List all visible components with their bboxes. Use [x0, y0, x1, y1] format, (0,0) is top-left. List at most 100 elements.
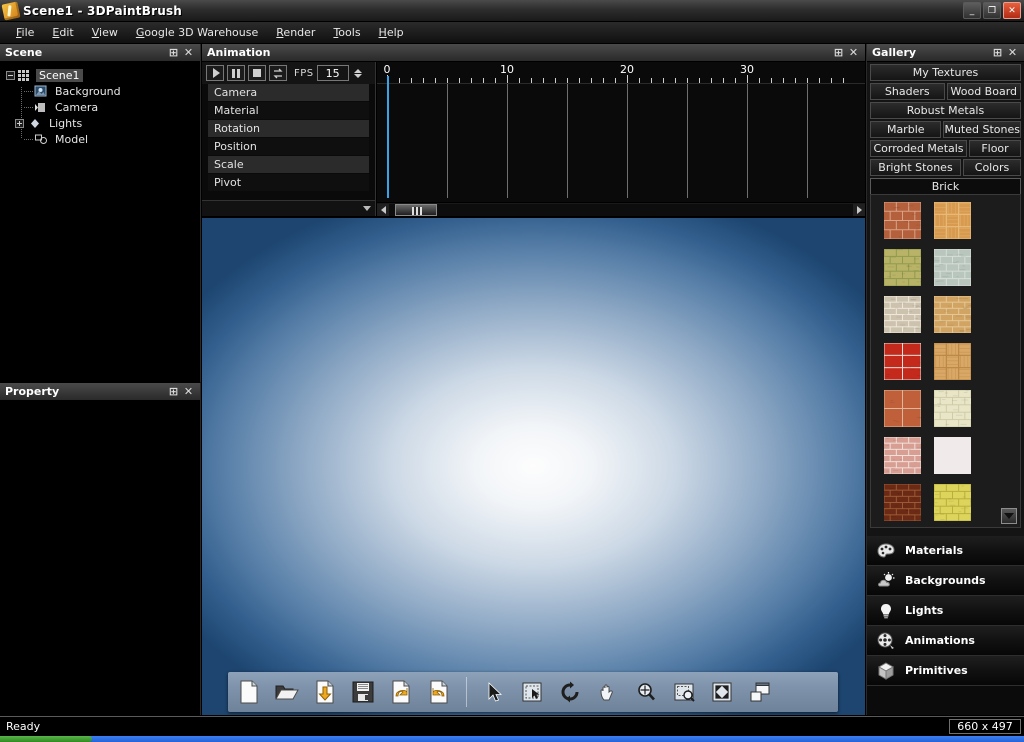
texture-thumbnail[interactable] [884, 437, 921, 474]
gallery-categories: My Textures Shaders Wood Board Robust Me… [867, 62, 1024, 195]
chevron-down-icon[interactable] [363, 206, 371, 211]
track-row[interactable]: Camera [208, 84, 369, 101]
pause-button[interactable] [227, 65, 245, 81]
track-row[interactable]: Rotation [208, 120, 369, 137]
undo-button[interactable] [386, 677, 416, 707]
texture-thumbnail[interactable] [884, 484, 921, 521]
fps-input[interactable]: 15 [317, 65, 349, 81]
track-row[interactable]: Pivot [208, 174, 369, 191]
new-button[interactable] [234, 677, 264, 707]
tree-item-lights[interactable]: Lights [6, 115, 200, 131]
start-button[interactable] [0, 736, 92, 742]
texture-thumbnail[interactable] [884, 249, 921, 286]
grid-icon [18, 69, 32, 82]
menu-help[interactable]: Help [371, 23, 412, 42]
texture-thumbnail[interactable] [934, 437, 971, 474]
category-brick[interactable]: Brick [870, 178, 1021, 195]
track-scroll-footer[interactable] [202, 200, 375, 216]
viewport-3d[interactable] [202, 217, 865, 715]
texture-thumbnail[interactable] [934, 343, 971, 380]
tree-item-scene1[interactable]: Scene1 [6, 67, 200, 83]
texture-thumbnail[interactable] [934, 296, 971, 333]
category-bright-stones[interactable]: Bright Stones [870, 159, 961, 176]
expander-minus-icon[interactable] [6, 71, 15, 80]
texture-thumbnail[interactable] [884, 343, 921, 380]
texture-thumbnail[interactable] [934, 202, 971, 239]
category-muted-stones[interactable]: Muted Stones [943, 121, 1021, 138]
open-button[interactable] [272, 677, 302, 707]
menu-google-3d-warehouse[interactable]: Google 3D Warehouse [128, 23, 266, 42]
import-button[interactable] [310, 677, 340, 707]
accordion-item-animations[interactable]: Animations [867, 626, 1024, 656]
expander-plus-icon[interactable] [15, 119, 24, 128]
texture-thumbnail[interactable] [884, 202, 921, 239]
fit-view-tool[interactable] [707, 677, 737, 707]
texture-thumbnail[interactable] [934, 249, 971, 286]
track-row[interactable]: Scale [208, 156, 369, 173]
menu-file[interactable]: File [8, 23, 42, 42]
timeline-grid[interactable] [377, 84, 865, 198]
zoom-region-tool[interactable] [669, 677, 699, 707]
accordion-item-materials[interactable]: Materials [867, 536, 1024, 566]
track-row[interactable]: Position [208, 138, 369, 155]
play-button[interactable] [206, 65, 224, 81]
category-robust-metals[interactable]: Robust Metals [870, 102, 1021, 119]
restore-button[interactable]: ❐ [983, 2, 1001, 19]
save-button[interactable] [348, 677, 378, 707]
category-marble[interactable]: Marble [870, 121, 941, 138]
loop-button[interactable] [269, 65, 287, 81]
minimize-button[interactable]: _ [963, 2, 981, 19]
gallery-close-icon[interactable]: ✕ [1007, 47, 1018, 58]
menu-render[interactable]: Render [268, 23, 323, 42]
redo-button[interactable] [424, 677, 454, 707]
timeline-ruler[interactable]: 0 10 20 30 [377, 62, 865, 84]
timeline-column[interactable]: 0 10 20 30 [376, 62, 865, 216]
accordion-item-primitives[interactable]: Primitives [867, 656, 1024, 686]
category-my-textures[interactable]: My Textures [870, 64, 1021, 81]
scene-close-icon[interactable]: ✕ [183, 47, 194, 58]
animation-close-icon[interactable]: ✕ [848, 47, 859, 58]
stop-button[interactable] [248, 65, 266, 81]
scrollbar-thumb[interactable] [395, 204, 437, 216]
gallery-scroll-down-button[interactable] [1001, 508, 1017, 524]
category-corroded-metals[interactable]: Corroded Metals [870, 140, 967, 157]
zoom-tool[interactable] [631, 677, 661, 707]
category-wood-board[interactable]: Wood Board [947, 83, 1022, 100]
tree-item-camera[interactable]: Camera [6, 99, 200, 115]
texture-thumbnail[interactable] [934, 390, 971, 427]
animation-pin-icon[interactable]: ⊞ [833, 47, 844, 58]
texture-thumbnail[interactable] [884, 390, 921, 427]
playhead[interactable] [387, 76, 389, 198]
scrollbar-track[interactable] [389, 204, 853, 216]
select-tool[interactable] [479, 677, 509, 707]
marquee-select-tool[interactable] [517, 677, 547, 707]
rotate-tool[interactable] [555, 677, 585, 707]
close-button[interactable]: ✕ [1003, 2, 1021, 19]
fps-spinner[interactable] [354, 69, 362, 78]
category-floor[interactable]: Floor [969, 140, 1021, 157]
track-row[interactable]: Material [208, 102, 369, 119]
tree-item-background[interactable]: Background [6, 83, 200, 99]
menu-view[interactable]: View [84, 23, 126, 42]
gallery-pin-icon[interactable]: ⊞ [992, 47, 1003, 58]
duplicate-tool[interactable] [745, 677, 775, 707]
property-pin-icon[interactable]: ⊞ [168, 386, 179, 397]
accordion-item-backgrounds[interactable]: Backgrounds [867, 566, 1024, 596]
property-close-icon[interactable]: ✕ [183, 386, 194, 397]
timeline-hscrollbar[interactable] [377, 202, 865, 216]
tree-item-model[interactable]: Model [6, 131, 200, 147]
os-taskbar[interactable] [0, 736, 1024, 742]
scroll-left-icon[interactable] [377, 204, 389, 216]
texture-thumbnail-list[interactable] [870, 194, 1021, 528]
gallery-panel: Gallery ⊞ ✕ My Textures Shaders Wood Boa… [866, 44, 1024, 542]
menu-tools[interactable]: Tools [325, 23, 368, 42]
menu-edit[interactable]: Edit [44, 23, 81, 42]
scroll-right-icon[interactable] [853, 204, 865, 216]
scene-pin-icon[interactable]: ⊞ [168, 47, 179, 58]
accordion-item-lights[interactable]: Lights [867, 596, 1024, 626]
category-shaders[interactable]: Shaders [870, 83, 945, 100]
pan-tool[interactable] [593, 677, 623, 707]
category-colors[interactable]: Colors [963, 159, 1021, 176]
texture-thumbnail[interactable] [884, 296, 921, 333]
texture-thumbnail[interactable] [934, 484, 971, 521]
